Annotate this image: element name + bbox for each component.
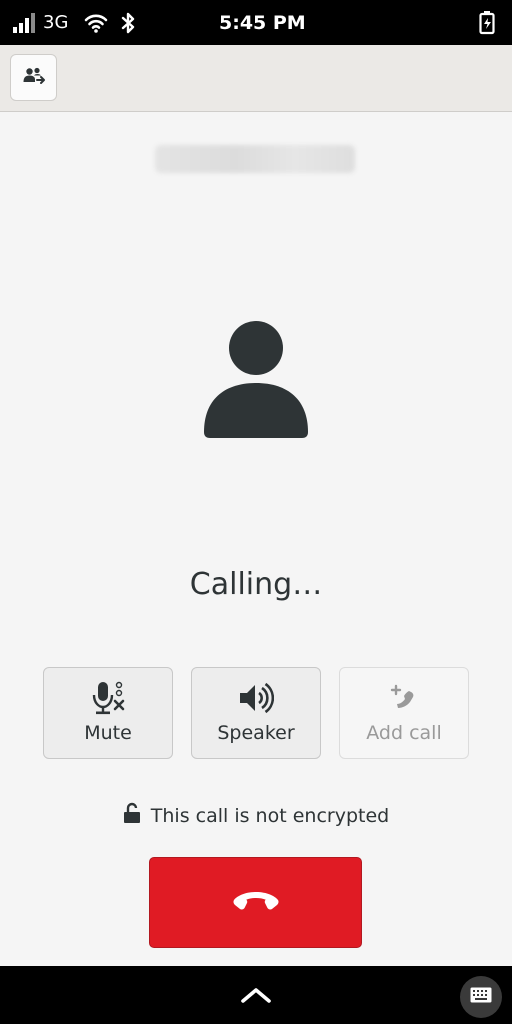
hangup-button[interactable] (149, 857, 362, 948)
network-type: 3G (43, 12, 69, 33)
bluetooth-icon (120, 0, 136, 45)
clock: 5:45 PM (219, 11, 306, 34)
speaker-button[interactable]: Speaker (191, 667, 321, 759)
caller-id (155, 145, 355, 173)
keyboard-button[interactable] (460, 976, 502, 1018)
add-call-icon (389, 678, 419, 718)
encryption-text: This call is not encrypted (150, 804, 390, 827)
microphone-muted-icon (90, 678, 126, 718)
add-call-button[interactable]: Add call (339, 667, 469, 759)
mute-button[interactable]: Mute (43, 667, 173, 759)
encryption-status: This call is not encrypted (0, 802, 512, 829)
battery-charging-icon (478, 0, 498, 45)
navigation-bar (0, 966, 512, 1024)
keyboard-icon (470, 987, 492, 1007)
lock-icon (123, 802, 141, 829)
avatar-icon (200, 320, 312, 440)
speaker-icon (238, 678, 274, 718)
call-status: Calling… (189, 567, 323, 602)
wifi-icon (84, 0, 108, 45)
hangup-icon (232, 889, 280, 917)
contacts-icon (22, 66, 46, 90)
status-bar: 3G 5:45 PM (0, 0, 512, 45)
mute-label: Mute (84, 722, 132, 744)
add-call-label: Add call (366, 722, 442, 744)
chevron-up-icon[interactable] (236, 980, 276, 1010)
speaker-label: Speaker (217, 722, 295, 744)
header-bar (0, 45, 512, 112)
call-view: Calling… Mute Speaker Add call This call… (0, 112, 512, 966)
contacts-button[interactable] (10, 54, 57, 101)
signal-icon (12, 0, 36, 45)
